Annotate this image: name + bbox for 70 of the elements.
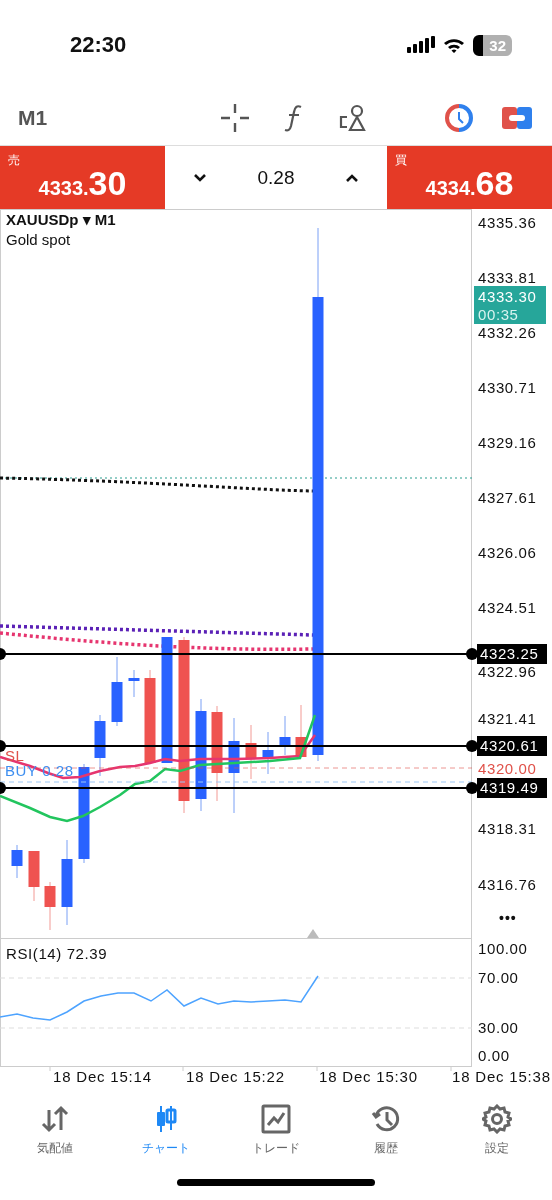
price-axis-label: 4329.16 [478, 434, 537, 451]
chevron-up-icon[interactable] [345, 172, 359, 183]
price-axis-label: 4322.96 [478, 663, 537, 680]
shapes-icon[interactable] [339, 103, 367, 132]
toggle-icon[interactable] [502, 106, 532, 129]
candlestick [128, 669, 140, 698]
price-axis-label: 4318.31 [478, 820, 537, 837]
current-price-tag [474, 286, 546, 324]
price-axis-label: 4332.26 [478, 324, 537, 341]
candlestick [111, 656, 123, 727]
price-axis-label: 4316.76 [478, 876, 537, 893]
sell-button[interactable]: 売 4333.30 [0, 146, 165, 209]
clock-icon[interactable] [444, 102, 474, 133]
buy-button[interactable]: 買 4334.68 [387, 146, 552, 209]
rsi-axis-label: 30.00 [478, 1019, 519, 1036]
candlestick [262, 731, 274, 775]
rsi-axis-label: 70.00 [478, 969, 519, 986]
current-price: 4333.30 [478, 288, 537, 305]
price-axis-label: 4324.51 [478, 599, 537, 616]
bar-countdown: 00:35 [478, 306, 519, 323]
price-axis-label: 4330.71 [478, 379, 537, 396]
candlestick [11, 844, 23, 879]
tab[interactable]: 気配値 [0, 1089, 111, 1171]
volume-value[interactable]: 0.28 [257, 166, 295, 189]
wifi-icon [443, 36, 466, 54]
function-icon[interactable] [284, 103, 304, 132]
level-price: 4323.25 [480, 645, 539, 662]
candlestick [44, 881, 56, 931]
level-line[interactable] [0, 782, 478, 794]
arrows-icon [40, 1103, 71, 1134]
price-axis-label: 4327.61 [478, 489, 537, 506]
timeframe-button[interactable]: M1 [18, 105, 198, 130]
battery-icon: 32 [473, 34, 512, 56]
chart-description: Gold spot [6, 231, 71, 248]
time-axis-label: 18 Dec 15:30 [319, 1068, 418, 1085]
order-label: BUY 0.28 [5, 762, 74, 779]
level-price: 4319.49 [480, 779, 539, 796]
candlestick [279, 715, 291, 756]
time-axis-label: 18 Dec 15:14 [53, 1068, 152, 1085]
candlestick [28, 850, 40, 902]
more-button[interactable]: ••• [499, 910, 517, 926]
order-label: SL [5, 747, 25, 764]
price-axis-label: 4333.81 [478, 269, 537, 286]
level-price: 4320.61 [480, 737, 539, 754]
tab[interactable]: 設定 [441, 1089, 552, 1171]
price-axis-label: 4321.41 [478, 710, 537, 727]
level-line[interactable] [0, 740, 478, 752]
signal-icon [407, 36, 436, 54]
rsi-title: RSI(14) 72.39 [6, 945, 108, 962]
chevron-down-icon[interactable] [193, 172, 207, 183]
price-axis-label: 4326.06 [478, 544, 537, 561]
rsi-axis-label: 0.00 [478, 1047, 510, 1064]
settings-icon [481, 1103, 512, 1134]
candlestick [295, 704, 307, 758]
line-chart-icon [261, 1103, 291, 1134]
level-line[interactable] [0, 648, 478, 660]
rsi-axis-label: 100.00 [478, 940, 528, 957]
status-time: 22:30 [70, 32, 127, 58]
crosshair-icon[interactable] [221, 103, 249, 132]
tab[interactable]: トレード [220, 1089, 332, 1171]
price-axis-label: 4335.36 [478, 214, 537, 231]
stop-loss-price: 4320.00 [478, 760, 537, 777]
candlestick [245, 724, 257, 780]
time-axis-label: 18 Dec 15:38 [452, 1068, 551, 1085]
history-icon [371, 1103, 402, 1134]
tab[interactable]: チャート [110, 1089, 221, 1171]
time-axis-label: 18 Dec 15:22 [186, 1068, 285, 1085]
tab[interactable]: 履歴 [331, 1089, 442, 1171]
chart-symbol[interactable]: XAUUSDp ▾ M1 [6, 211, 116, 228]
candlestick [94, 714, 106, 777]
